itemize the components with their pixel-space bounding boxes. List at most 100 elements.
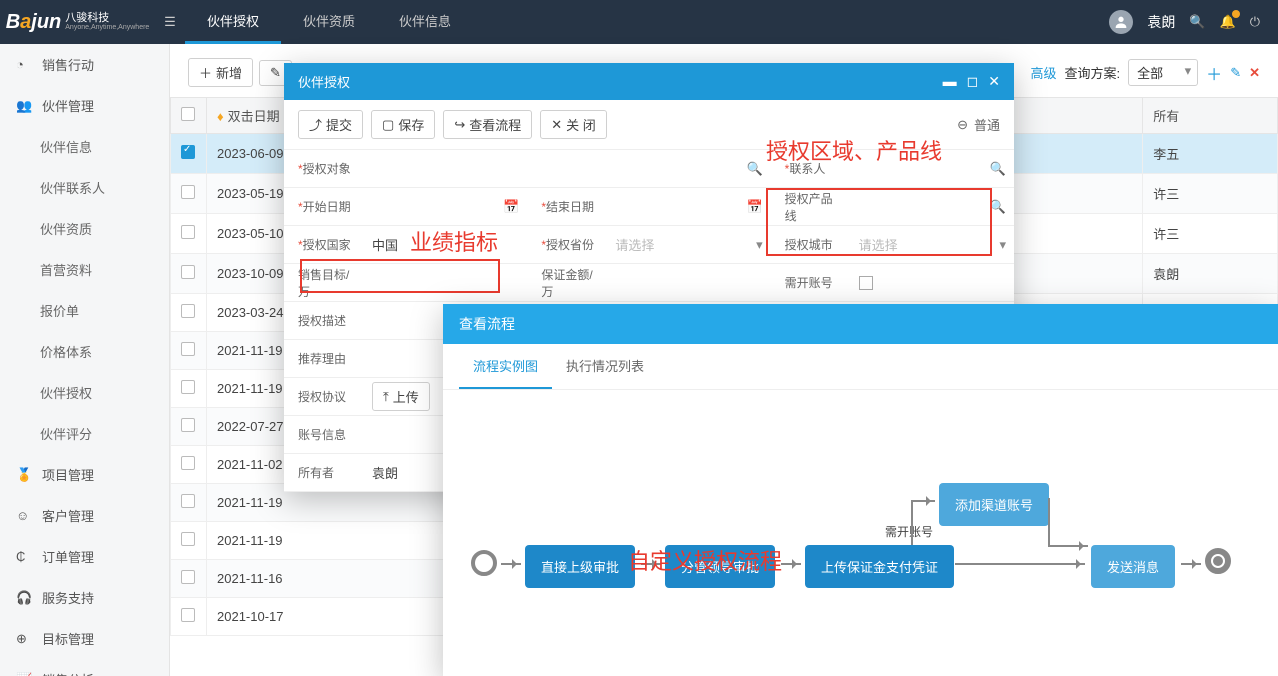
row-checkbox[interactable] — [181, 570, 195, 584]
flow-node[interactable]: 分管领导审批 — [665, 545, 775, 588]
sidebar-item-partner-auth[interactable]: 伙伴授权 — [0, 372, 169, 413]
search-icon[interactable]: 🔍 — [990, 161, 1014, 177]
row-checkbox[interactable] — [181, 304, 195, 318]
search-icon[interactable]: 🔍 — [990, 199, 1014, 215]
save-button[interactable]: ▢保存 — [371, 110, 435, 139]
city-select[interactable]: 请选择 — [851, 235, 1000, 254]
row-checkbox[interactable] — [181, 532, 195, 546]
calendar-icon[interactable]: 📅 — [503, 199, 527, 215]
need-account-checkbox[interactable] — [859, 276, 873, 290]
tab-partner-qual[interactable]: 伙伴资质 — [281, 0, 377, 44]
flow-title: 查看流程 — [443, 304, 1278, 344]
new-button[interactable]: ＋新增 — [188, 58, 253, 87]
scheme-edit-icon[interactable]: ✎ — [1230, 65, 1241, 81]
flow-cond-label: 需开账号 — [885, 523, 933, 540]
customer-icon: ☺ — [16, 508, 32, 523]
flow-end-icon — [1205, 548, 1231, 574]
scheme-add-icon[interactable]: ＋ — [1206, 61, 1222, 85]
sidebar-item-quote[interactable]: 报价单 — [0, 290, 169, 331]
row-checkbox[interactable] — [181, 418, 195, 432]
row-checkbox[interactable] — [181, 608, 195, 622]
tab-partner-auth[interactable]: 伙伴授权 — [185, 0, 281, 44]
close-button[interactable]: ✕关 闭 — [540, 110, 607, 139]
sidebar-item-partner-contact[interactable]: 伙伴联系人 — [0, 167, 169, 208]
row-checkbox[interactable] — [181, 494, 195, 508]
dashboard-icon: ◔ — [16, 57, 32, 72]
sidebar-item-analysis[interactable]: 📈销售分析 — [0, 659, 169, 676]
project-icon: 🏅 — [16, 467, 32, 483]
cell-date: 2021-11-19 — [207, 522, 458, 560]
upload-icon: ⤴ — [309, 115, 322, 134]
search-icon[interactable]: 🔍 — [1189, 14, 1205, 30]
row-checkbox[interactable] — [181, 225, 195, 239]
share-icon: ↪ — [454, 117, 465, 133]
row-checkbox[interactable] — [181, 185, 195, 199]
row-checkbox[interactable] — [181, 342, 195, 356]
cell-date: 2021-10-17 — [207, 598, 458, 636]
submit-button[interactable]: ⤴提交 — [298, 110, 363, 139]
chart-icon: 📈 — [16, 672, 32, 676]
country-input[interactable]: 中国 — [364, 235, 527, 254]
sidebar-item-sales-action[interactable]: ◔销售行动 — [0, 44, 169, 85]
row-checkbox[interactable] — [181, 456, 195, 470]
sidebar-item-customer[interactable]: ☺客户管理 — [0, 495, 169, 536]
row-checkbox[interactable] — [181, 380, 195, 394]
sidebar-item-target[interactable]: ⊕目标管理 — [0, 618, 169, 659]
flow-node[interactable]: 发送消息 — [1091, 545, 1175, 588]
minimize-icon[interactable]: ▬ — [943, 73, 957, 90]
flow-start-icon — [471, 550, 497, 576]
power-icon[interactable]: ⏻ — [1250, 14, 1260, 30]
province-select[interactable]: 请选择 — [607, 235, 756, 254]
minus-circle-icon[interactable]: ⊖ — [957, 117, 968, 133]
close-icon[interactable]: ✕ — [988, 73, 1000, 90]
scheme-label: 查询方案: — [1065, 63, 1121, 82]
sidebar-item-partner-score[interactable]: 伙伴评分 — [0, 413, 169, 454]
upload-button[interactable]: ⤒上传 — [372, 382, 430, 411]
cell-owner: 许三 — [1143, 214, 1278, 254]
sidebar-item-partner-mgmt[interactable]: 👥伙伴管理 — [0, 85, 169, 126]
upload-icon: ⤒ — [383, 389, 389, 405]
flow-modal: 查看流程 流程实例图 执行情况列表 直接上级审批 分管领导审批 上传保证金支付凭… — [443, 304, 1278, 676]
bell-icon[interactable]: 🔔 — [1220, 14, 1236, 30]
logo: Bajun 八骏科技Anyone,Anytime,Anywhere — [0, 11, 155, 34]
user-name[interactable]: 袁朗 — [1147, 12, 1175, 32]
x-icon: ✕ — [551, 117, 562, 133]
chevron-down-icon: ▾ — [999, 237, 1014, 253]
avatar[interactable] — [1109, 10, 1133, 34]
row-checkbox[interactable] — [181, 145, 195, 159]
cell-owner: 许三 — [1143, 174, 1278, 214]
sidebar: ◔销售行动 👥伙伴管理 伙伴信息 伙伴联系人 伙伴资质 首营资料 报价单 价格体… — [0, 44, 170, 676]
search-icon[interactable]: 🔍 — [746, 161, 770, 177]
maximize-icon[interactable]: ◻ — [967, 73, 979, 90]
plus-icon: ＋ — [199, 63, 212, 82]
cell-date: 2021-11-16 — [207, 560, 458, 598]
star-icon: ♦ — [217, 109, 224, 124]
flow-tab-diagram[interactable]: 流程实例图 — [459, 344, 552, 389]
sidebar-item-firstsale[interactable]: 首营资料 — [0, 249, 169, 290]
scheme-delete-icon[interactable]: ✕ — [1249, 65, 1260, 81]
advanced-link[interactable]: 高级 — [1031, 63, 1057, 82]
modal-title: 伙伴授权 — [298, 72, 350, 91]
flow-node[interactable]: 直接上级审批 — [525, 545, 635, 588]
sidebar-item-service[interactable]: 🎧服务支持 — [0, 577, 169, 618]
tab-partner-info[interactable]: 伙伴信息 — [377, 0, 473, 44]
view-flow-button[interactable]: ↪查看流程 — [443, 110, 532, 139]
chevron-down-icon: ▾ — [756, 237, 771, 253]
service-icon: 🎧 — [16, 590, 32, 606]
sidebar-item-order[interactable]: ₵订单管理 — [0, 536, 169, 577]
scheme-select[interactable]: 全部 — [1128, 59, 1198, 86]
cell-owner: 李五 — [1143, 134, 1278, 174]
row-checkbox[interactable] — [181, 265, 195, 279]
calendar-icon[interactable]: 📅 — [746, 199, 770, 215]
sidebar-item-project[interactable]: 🏅项目管理 — [0, 454, 169, 495]
sidebar-item-price[interactable]: 价格体系 — [0, 331, 169, 372]
flow-tab-list[interactable]: 执行情况列表 — [552, 344, 658, 389]
target-icon: ⊕ — [16, 631, 32, 647]
menu-toggle-icon[interactable]: ☰ — [155, 14, 185, 30]
sidebar-item-partner-info[interactable]: 伙伴信息 — [0, 126, 169, 167]
order-icon: ₵ — [16, 549, 32, 564]
sidebar-item-partner-qual[interactable]: 伙伴资质 — [0, 208, 169, 249]
flow-node[interactable]: 上传保证金支付凭证 — [805, 545, 954, 588]
flow-node[interactable]: 添加渠道账号 — [939, 483, 1049, 526]
checkbox-all[interactable] — [181, 107, 195, 121]
